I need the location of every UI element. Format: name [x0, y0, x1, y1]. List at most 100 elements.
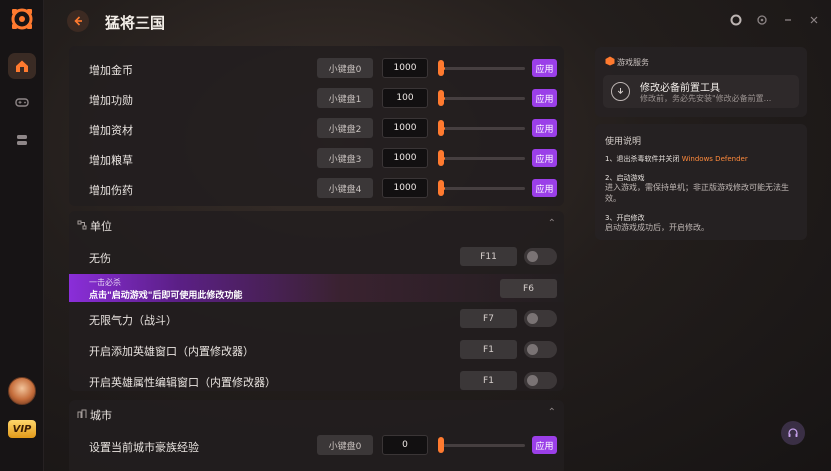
city-section-header[interactable]: 城市 ⌃ — [69, 400, 564, 428]
guide-step-3-desc: 启动游戏成功后，开启修改。 — [605, 223, 709, 232]
promo-feature-name: 一击必杀 — [89, 278, 121, 287]
value-input[interactable]: 1000 — [382, 58, 428, 78]
vip-badge[interactable]: VIP — [8, 420, 36, 438]
close-icon[interactable] — [807, 13, 821, 27]
main-panel: 增加金币 小键盘0 1000 应用 增加功勋 小键盘1 100 应用 增加资材 … — [69, 46, 564, 471]
one-hit-kill-promo[interactable]: 一击必杀 点击"启动游戏"后即可使用此修改功能 F6 — [69, 274, 564, 302]
gamepad-icon — [15, 98, 29, 107]
unit-section-header[interactable]: 单位 ⌃ — [69, 211, 564, 239]
value-slider[interactable] — [441, 97, 525, 100]
tool-description: 修改前，务必先安装"修改必备前置... — [640, 94, 772, 103]
value-slider[interactable] — [441, 67, 525, 70]
row-label: 增加金币 — [89, 64, 133, 77]
value-slider[interactable] — [441, 444, 525, 447]
app-logo-icon — [11, 8, 33, 30]
row-label: 增加粮草 — [89, 154, 133, 167]
apply-button[interactable]: 应用 — [532, 149, 557, 167]
apply-button[interactable]: 应用 — [532, 119, 557, 137]
value-input[interactable]: 1000 — [382, 148, 428, 168]
row-label: 开启英雄属性编辑窗口（内置修改器） — [89, 376, 276, 389]
nav-library-button[interactable] — [8, 127, 36, 153]
unit-row: 开启英雄属性编辑窗口（内置修改器） F1 — [69, 366, 564, 396]
slider-handle[interactable] — [438, 60, 444, 76]
resource-card: 增加金币 小键盘0 1000 应用 增加功勋 小键盘1 100 应用 增加资材 … — [69, 46, 564, 206]
slider-handle[interactable] — [438, 90, 444, 106]
row-label: 无伤 — [89, 252, 111, 265]
apply-button[interactable]: 应用 — [532, 436, 557, 454]
slider-handle[interactable] — [438, 437, 444, 453]
toggle-switch[interactable] — [524, 341, 557, 358]
unit-row: 无伤 F11 — [69, 242, 564, 272]
toggle-switch[interactable] — [524, 372, 557, 389]
tool-name: 修改必备前置工具 — [640, 83, 720, 94]
hotkey-button[interactable]: F1 — [460, 371, 517, 390]
trainer-window: VIP 猛将三国 增加金币 小键盘0 1000 应用 增加功勋 小键盘1 100… — [0, 0, 831, 471]
value-slider[interactable] — [441, 157, 525, 160]
row-label: 增加功勋 — [89, 94, 133, 107]
city-card: 城市 ⌃ 设置当前城市豪族经验 小键盘0 0 应用 — [69, 400, 564, 471]
guide-title: 使用说明 — [605, 137, 642, 147]
section-title: 单位 — [90, 220, 112, 233]
row-label: 增加资材 — [89, 124, 133, 137]
hotkey-button[interactable]: F1 — [460, 340, 517, 359]
minimize-icon[interactable] — [781, 13, 795, 27]
resource-row: 增加资材 小键盘2 1000 应用 — [69, 114, 564, 144]
nav-home-button[interactable] — [8, 53, 36, 79]
apply-button[interactable]: 应用 — [532, 59, 557, 77]
download-icon — [611, 82, 630, 101]
game-title: 猛将三国 — [105, 14, 166, 32]
arrow-left-icon — [74, 16, 82, 26]
hotkey-button[interactable]: 小键盘1 — [317, 88, 373, 108]
slider-handle[interactable] — [438, 120, 444, 136]
cube-icon — [605, 56, 615, 66]
hotkey-button[interactable]: F7 — [460, 309, 517, 328]
unit-section-icon — [77, 220, 87, 230]
user-avatar[interactable] — [8, 377, 36, 405]
hotkey-button[interactable]: 小键盘3 — [317, 148, 373, 168]
chevron-up-icon[interactable]: ⌃ — [548, 218, 556, 229]
guide-step-2-desc: 进入游戏，需保持单机；非正版游戏修改可能无法生效。 — [605, 183, 789, 203]
slider-handle[interactable] — [438, 150, 444, 166]
game-services-card: 游戏服务 修改必备前置工具 修改前，务必先安装"修改必备前置... — [595, 47, 807, 117]
city-section-icon — [77, 409, 87, 418]
windows-defender-link[interactable]: Windows Defender — [682, 155, 748, 163]
unit-row: 无限气力（战斗） F7 — [69, 304, 564, 334]
hotkey-button[interactable]: 小键盘4 — [317, 178, 373, 198]
database-icon — [17, 135, 27, 145]
prerequisite-tool-item[interactable]: 修改必备前置工具 修改前，务必先安装"修改必备前置... — [603, 75, 799, 108]
chevron-up-icon[interactable]: ⌃ — [548, 407, 556, 418]
headset-icon — [788, 428, 798, 437]
side-rail: VIP — [0, 0, 44, 471]
row-label: 设置当前城市豪族经验 — [89, 441, 199, 454]
apply-button[interactable]: 应用 — [532, 89, 557, 107]
unit-row: 开启添加英雄窗口（内置修改器） F1 — [69, 335, 564, 365]
services-title: 游戏服务 — [617, 58, 649, 67]
resource-row: 增加粮草 小键盘3 1000 应用 — [69, 144, 564, 174]
apply-button[interactable]: 应用 — [532, 179, 557, 197]
row-label: 增加伤药 — [89, 184, 133, 197]
hotkey-button[interactable]: 小键盘0 — [317, 58, 373, 78]
slider-handle[interactable] — [438, 180, 444, 196]
value-input[interactable]: 1000 — [382, 178, 428, 198]
value-slider[interactable] — [441, 127, 525, 130]
nav-games-button[interactable] — [8, 89, 36, 115]
toggle-switch[interactable] — [524, 248, 557, 265]
row-label: 开启添加英雄窗口（内置修改器） — [89, 345, 254, 358]
section-title: 城市 — [90, 409, 112, 422]
hotkey-button[interactable]: 小键盘2 — [317, 118, 373, 138]
resource-row: 增加伤药 小键盘4 1000 应用 — [69, 174, 564, 204]
back-button[interactable] — [67, 10, 89, 32]
support-button[interactable] — [781, 421, 805, 445]
window-controls — [729, 13, 821, 27]
value-input[interactable]: 0 — [382, 435, 428, 455]
hotkey-button[interactable]: 小键盘0 — [317, 435, 373, 455]
hotkey-button[interactable]: F11 — [460, 247, 517, 266]
toggle-switch[interactable] — [524, 310, 557, 327]
status-icon[interactable] — [729, 13, 743, 27]
value-input[interactable]: 1000 — [382, 118, 428, 138]
value-slider[interactable] — [441, 187, 525, 190]
row-label: 无限气力（战斗） — [89, 314, 177, 327]
hotkey-button[interactable]: F6 — [500, 279, 557, 298]
refresh-icon[interactable] — [755, 13, 769, 27]
value-input[interactable]: 100 — [382, 88, 428, 108]
